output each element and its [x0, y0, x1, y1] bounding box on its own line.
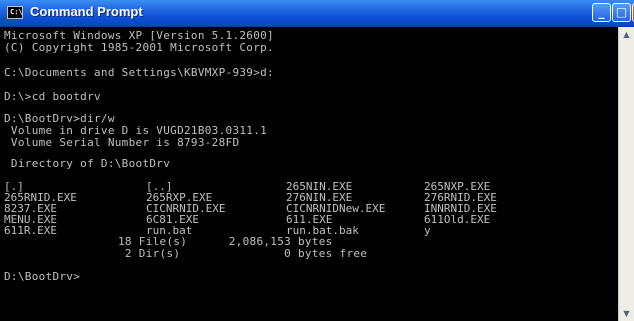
command-prompt-line: D:\BootDrv> — [4, 270, 81, 283]
command-prompt-icon-glyph: C:\ — [10, 8, 23, 16]
vertical-scrollbar[interactable]: ▲ ▼ — [618, 27, 634, 321]
listing-entry: 611R.EXE — [4, 224, 57, 237]
console-output[interactable]: Microsoft Windows XP [Version 5.1.2600] … — [0, 27, 618, 321]
scroll-up-icon[interactable]: ▲ — [619, 27, 634, 42]
window-title: Command Prompt — [30, 4, 143, 19]
title-bar[interactable]: C:\ Command Prompt _ □ × — [0, 0, 634, 27]
console-line: Volume Serial Number is 8793-28FD — [4, 136, 240, 149]
dir-count-line: 2 Dir(s) 0 bytes free — [118, 247, 368, 260]
console-line: Directory of D:\BootDrv — [4, 157, 171, 170]
console-line: C:\Documents and Settings\KBVMXP-939>d: — [4, 66, 274, 79]
minimize-button[interactable]: _ — [592, 3, 611, 22]
console-line: (C) Copyright 1985-2001 Microsoft Corp. — [4, 41, 274, 54]
listing-entry: 611Old.EXE — [424, 213, 491, 226]
command-prompt-icon[interactable]: C:\ — [7, 6, 23, 19]
scroll-down-icon[interactable]: ▼ — [619, 306, 634, 321]
console-line: D:\>cd bootdrv — [4, 90, 101, 103]
command-prompt-window: C:\ Command Prompt _ □ × Microsoft Windo… — [0, 0, 634, 321]
maximize-button[interactable]: □ — [612, 3, 631, 22]
listing-entry: y — [424, 224, 431, 237]
